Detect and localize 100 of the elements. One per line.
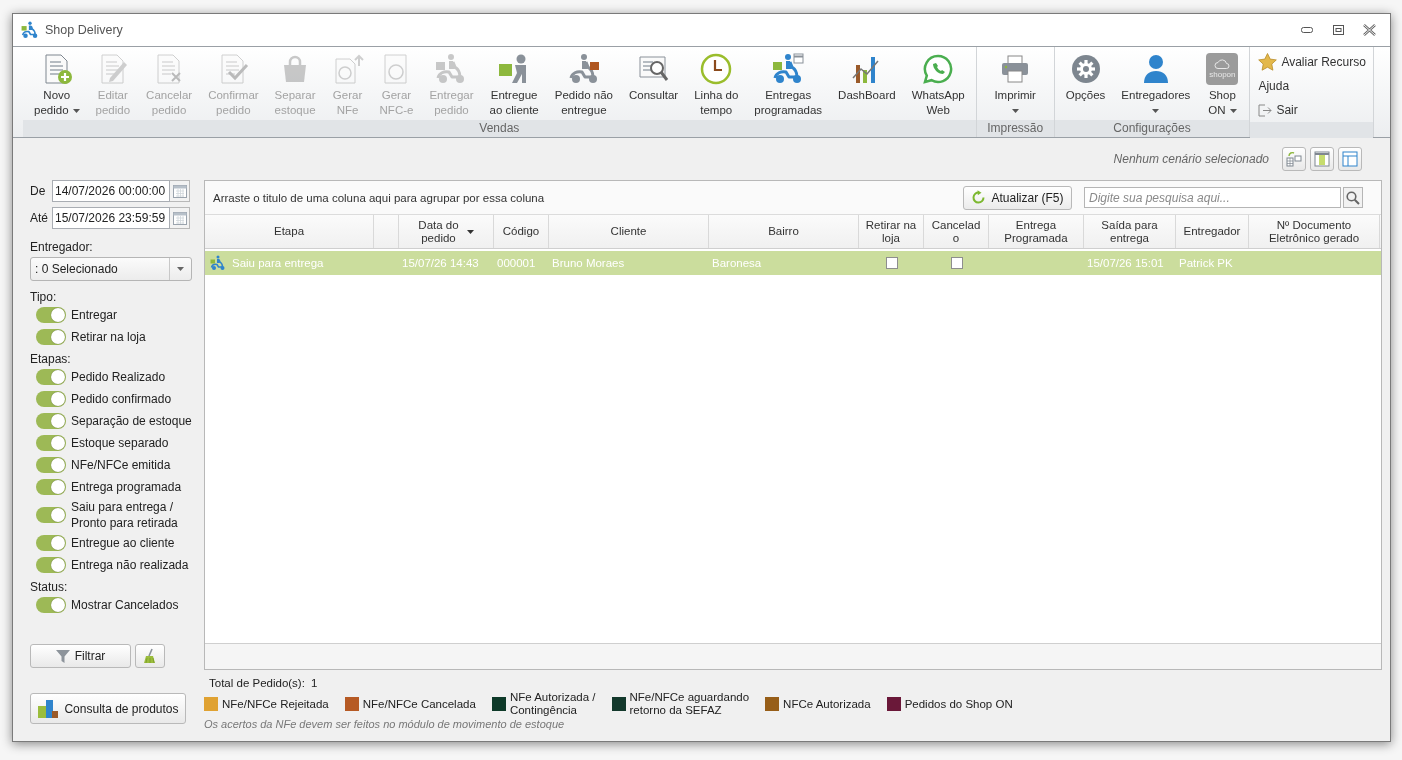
table-grid-icon (1342, 151, 1358, 167)
table-cell: 000001 (497, 257, 536, 269)
ribbon-button[interactable]: Pedido não entregue (546, 47, 621, 118)
toggle-label: NFe/NFCe emitida (71, 457, 171, 473)
field-label: Entregador: (30, 239, 94, 255)
toggle-switch[interactable] (36, 479, 66, 495)
ribbon-button[interactable]: Entregadores (1113, 47, 1199, 118)
toggle-label: Mostrar Cancelados (71, 597, 179, 613)
ribbon-link[interactable]: Ajuda (1258, 74, 1290, 98)
toggle-switch[interactable] (36, 329, 66, 345)
restore-icon (1332, 25, 1344, 35)
scooter-icon (21, 21, 39, 39)
column-header[interactable]: Bairro (709, 215, 859, 248)
toggle-switch[interactable] (36, 307, 66, 323)
search-button[interactable] (1343, 187, 1363, 208)
table-cell: 15/07/26 15:01 (1087, 257, 1164, 269)
product-lookup-button[interactable]: Consulta de produtos (30, 693, 186, 724)
search-icon (1346, 190, 1360, 205)
refresh-icon (971, 190, 987, 205)
courier-dropdown[interactable]: : 0 Selecionado (30, 257, 192, 281)
toggle-switch[interactable] (36, 557, 66, 573)
minimize-icon (1301, 27, 1313, 33)
column-header[interactable]: Saída para entrega (1084, 215, 1176, 248)
ribbon-button[interactable]: Entregas programadas (746, 47, 831, 118)
calendar-icon (172, 211, 187, 225)
toggle-switch[interactable] (36, 391, 66, 407)
toggle-label: Pedido Realizado (71, 369, 166, 385)
ribbon-button[interactable]: shopon Shop ON (1198, 47, 1247, 118)
column-header[interactable]: Código (494, 215, 549, 248)
table-arrow-icon (1286, 151, 1302, 167)
toggle-switch[interactable] (36, 435, 66, 451)
toggle-switch[interactable] (36, 413, 66, 429)
total-value: 1 (310, 676, 318, 690)
layout-button[interactable] (1310, 147, 1334, 171)
toggle-label: Retirar na loja (71, 329, 146, 345)
legend-label: NFe Autorizada / Contingência (509, 691, 596, 717)
column-header[interactable]: Data do pedido (399, 215, 494, 248)
toggle-switch[interactable] (36, 369, 66, 385)
column-header[interactable]: Etapa (205, 215, 374, 248)
window-title: Shop Delivery (45, 23, 123, 37)
table-cell: Bruno Moraes (552, 257, 625, 269)
total-label: Total de Pedido(s): (209, 676, 305, 690)
ribbon-link[interactable]: Sair (1258, 98, 1298, 122)
ribbon-button[interactable]: WhatsApp Web (903, 47, 973, 118)
broom-icon (142, 648, 158, 664)
funnel-icon (55, 649, 70, 663)
toggle-label: Pedido confirmado (71, 391, 172, 407)
legend-label: NFe/NFCe Cancelada (362, 697, 476, 711)
ribbon-button[interactable]: Opções (1057, 47, 1114, 103)
calendar-button[interactable] (170, 207, 190, 229)
ribbon-button[interactable]: Consultar (620, 47, 687, 103)
chat-bubble-icon (922, 53, 955, 85)
column-header[interactable]: Retirar na loja (859, 215, 924, 248)
footer-note: Os acertos da NFe devem ser feitos no módulo de movimento de estoque (204, 718, 566, 731)
close-icon (1362, 24, 1376, 36)
ribbon-button[interactable]: Novo pedido (26, 47, 88, 118)
toggle-label: Entrega não realizada (71, 557, 189, 573)
ribbon-button[interactable]: Linha do tempo (686, 47, 747, 118)
checkbox[interactable] (885, 257, 898, 269)
search-field[interactable]: Digite sua pesquisa aqui... (1084, 187, 1341, 208)
layout-button[interactable] (1338, 147, 1362, 171)
group-hint: Arraste o titulo de uma coluna aqui para agrupar por essa coluna (213, 191, 545, 204)
toggle-switch[interactable] (36, 507, 66, 523)
refresh-button[interactable]: Atualizar (F5) (963, 185, 1072, 210)
ribbon-button[interactable]: Imprimir (986, 47, 1044, 118)
toggle-label: Saiu para entrega / Pronto para retirada (71, 499, 178, 531)
column-header[interactable]: Entrega Programada (989, 215, 1084, 248)
toggle-switch[interactable] (36, 535, 66, 551)
table-cell: 15/07/26 14:43 (402, 257, 479, 269)
ribbon-link[interactable]: Avaliar Recurso (1258, 50, 1366, 74)
toggle-label: Separação de estoque (71, 413, 192, 429)
toggle-label: Estoque separado (71, 435, 169, 451)
layout-button[interactable] (1282, 147, 1306, 171)
legend-label: NFCe Autorizada (783, 697, 871, 711)
column-header[interactable]: Entregador (1176, 215, 1249, 248)
star-icon (1258, 53, 1278, 71)
checkbox[interactable] (950, 257, 963, 269)
settings-icon (1069, 53, 1102, 85)
clear-button[interactable] (135, 644, 165, 668)
ribbon-button[interactable]: Entregue ao cliente (481, 47, 547, 118)
caret-icon (177, 267, 184, 271)
logo-text: shopon (1209, 70, 1236, 79)
toggle-switch[interactable] (36, 597, 66, 613)
ribbon-button[interactable]: DashBoard (830, 47, 904, 103)
section-title: Etapas: (30, 352, 72, 366)
scenario-status: Nenhum cenário selecionado (1113, 152, 1269, 166)
legend-label: NFe/NFCe aguardando retorno da SEFAZ (629, 691, 750, 717)
date-field[interactable]: 14/07/2026 00:00:00 (52, 180, 170, 202)
column-header[interactable]: Nº Documento Eletrônico gerado (1249, 215, 1380, 248)
column-header[interactable]: Cliente (549, 215, 709, 248)
scooter-box-icon (567, 53, 600, 85)
toggle-label: Entrega programada (71, 479, 182, 495)
filter-button[interactable]: Filtrar (30, 644, 131, 668)
scooter-calendar-icon (772, 53, 805, 85)
column-header[interactable]: Cancelado (924, 215, 989, 248)
calendar-button[interactable] (170, 180, 190, 202)
legend-label: NFe/NFCe Rejeitada (222, 697, 329, 711)
toggle-switch[interactable] (36, 457, 66, 473)
group-label: Vendas (23, 120, 976, 137)
date-field[interactable]: 15/07/2026 23:59:59 (52, 207, 170, 229)
